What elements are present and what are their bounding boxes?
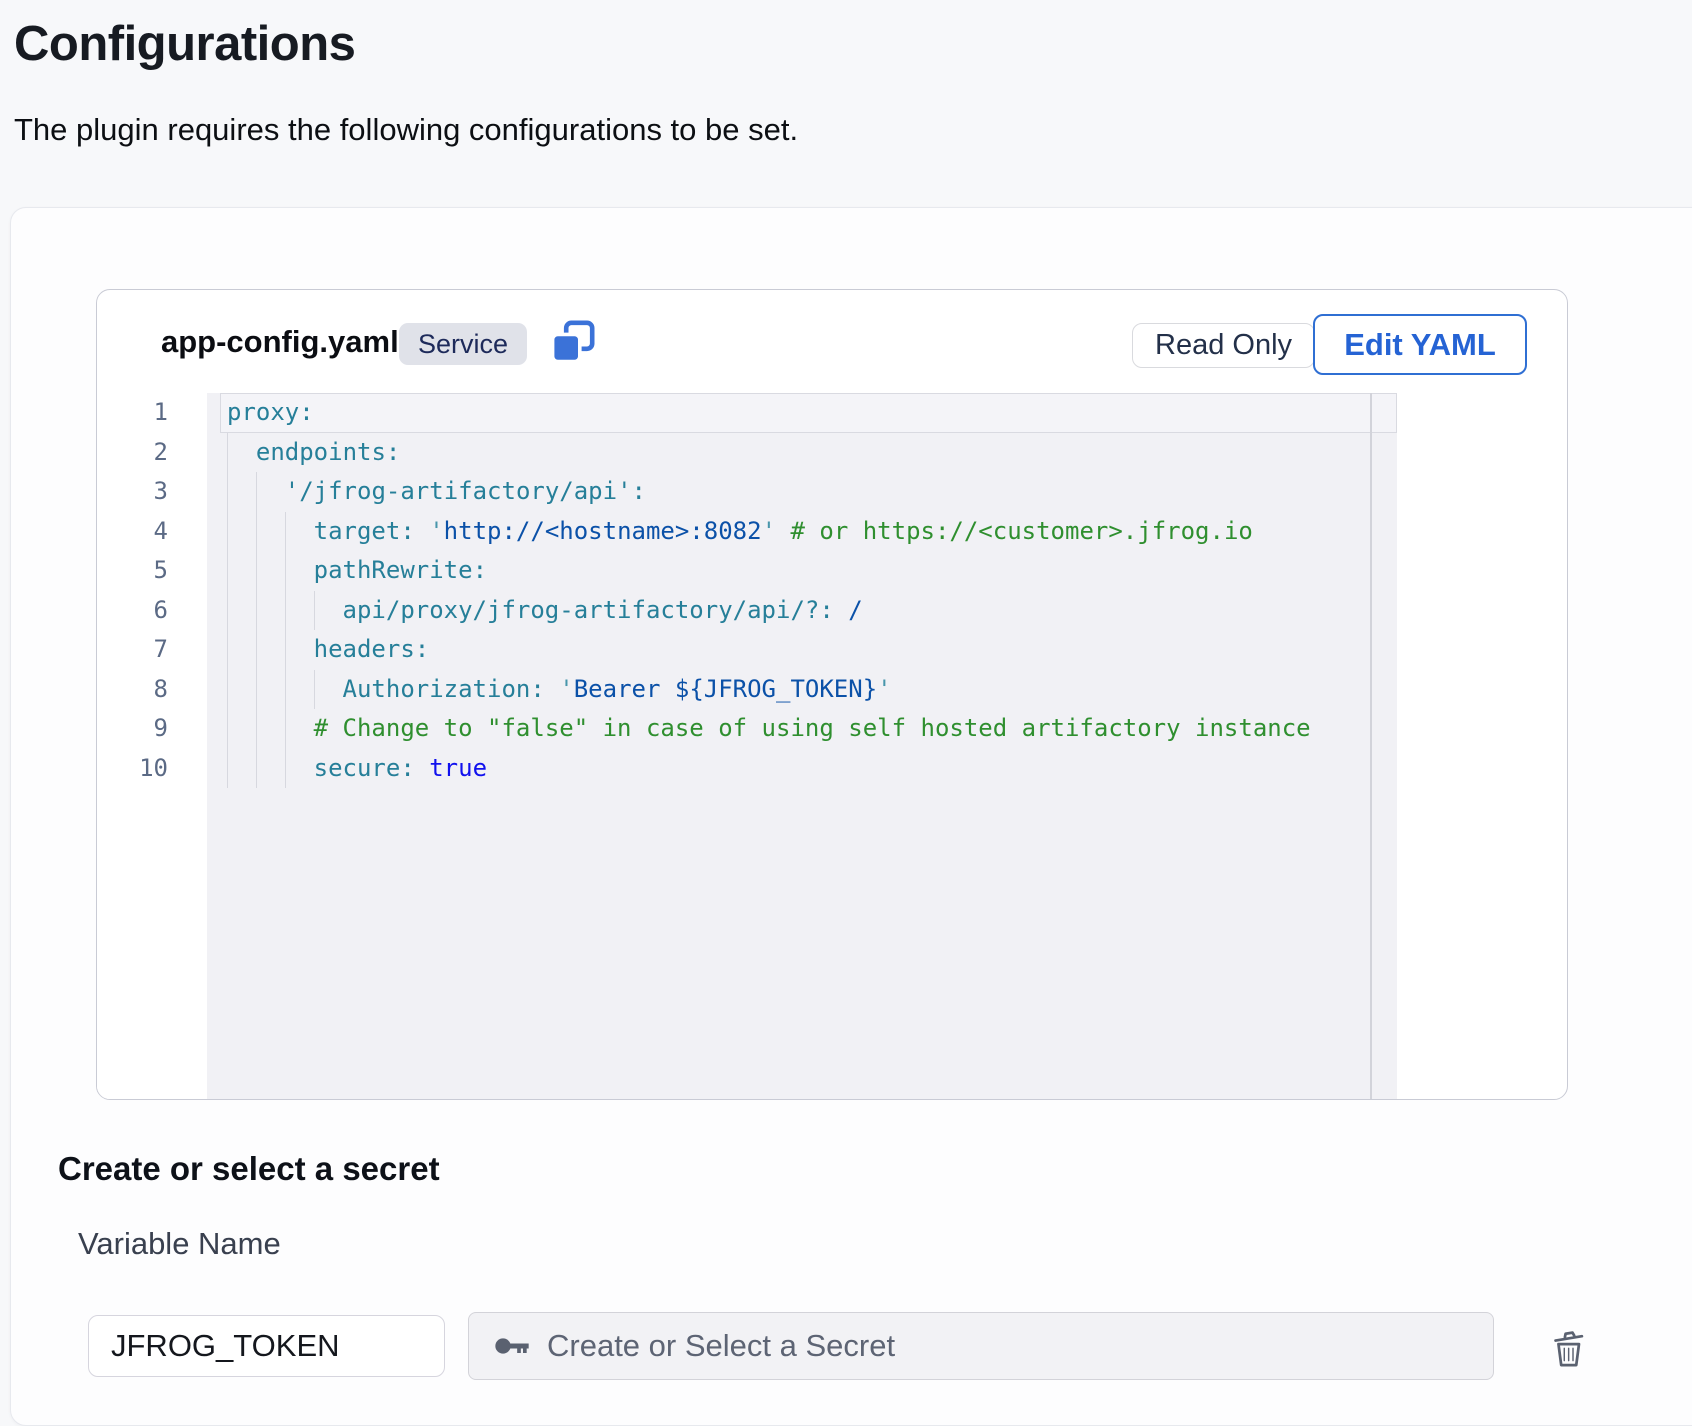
indent-guide — [285, 512, 286, 552]
indent-guide — [256, 512, 257, 552]
indent-guide — [285, 551, 286, 591]
line-number: 1 — [97, 393, 207, 433]
indent-guide — [256, 630, 257, 670]
indent-guide — [256, 591, 257, 631]
code-line: 1proxy: — [97, 393, 1567, 433]
page-title: Configurations — [14, 16, 355, 72]
read-only-badge: Read Only — [1132, 323, 1315, 368]
indent-guide — [256, 749, 257, 789]
secret-placeholder-text: Create or Select a Secret — [547, 1328, 895, 1364]
line-number: 9 — [97, 709, 207, 749]
variable-name-input[interactable] — [88, 1315, 445, 1377]
code-line: 3'/jfrog-artifactory/api': — [97, 472, 1567, 512]
code-line: 8Authorization: 'Bearer ${JFROG_TOKEN}' — [97, 670, 1567, 710]
edit-yaml-button[interactable]: Edit YAML — [1313, 314, 1527, 375]
code-line: 4target: 'http://<hostname>:8082' # or h… — [97, 512, 1567, 552]
copy-button[interactable] — [547, 317, 599, 369]
code-line: 5pathRewrite: — [97, 551, 1567, 591]
line-number: 5 — [97, 551, 207, 591]
indent-guide — [285, 709, 286, 749]
code-line: 6api/proxy/jfrog-artifactory/api/?: / — [97, 591, 1567, 631]
indent-guide — [227, 551, 228, 591]
line-number: 7 — [97, 630, 207, 670]
copy-icon — [549, 354, 597, 369]
secret-section-heading: Create or select a secret — [58, 1150, 440, 1188]
line-number: 10 — [97, 749, 207, 789]
indent-guide — [227, 630, 228, 670]
line-number: 8 — [97, 670, 207, 710]
secret-select-input[interactable]: Create or Select a Secret — [468, 1312, 1494, 1380]
delete-secret-button[interactable] — [1538, 1318, 1598, 1378]
indent-guide — [256, 709, 257, 749]
editor-card: app-config.yaml Service Read Only Edit Y… — [96, 289, 1568, 1100]
indent-guide — [285, 749, 286, 789]
indent-guide — [227, 433, 228, 473]
indent-guide — [256, 670, 257, 710]
indent-guide — [227, 512, 228, 552]
code-line: 10secure: true — [97, 749, 1567, 789]
trash-icon — [1548, 1327, 1588, 1369]
page-description: The plugin requires the following config… — [14, 112, 798, 148]
indent-guide — [256, 472, 257, 512]
indent-guide — [227, 709, 228, 749]
indent-guide — [285, 670, 286, 710]
indent-guide — [227, 472, 228, 512]
file-name: app-config.yaml — [161, 320, 399, 364]
code-editor[interactable]: 1proxy:2endpoints:3'/jfrog-artifactory/a… — [97, 393, 1567, 1099]
indent-guide — [285, 591, 286, 631]
line-number: 6 — [97, 591, 207, 631]
line-number: 3 — [97, 472, 207, 512]
indent-guide — [227, 670, 228, 710]
code-line: 9# Change to "false" in case of using se… — [97, 709, 1567, 749]
line-number: 4 — [97, 512, 207, 552]
indent-guide — [227, 591, 228, 631]
key-icon — [491, 1326, 531, 1366]
code-lines: 1proxy:2endpoints:3'/jfrog-artifactory/a… — [97, 393, 1567, 788]
service-badge: Service — [399, 323, 527, 365]
variable-name-label: Variable Name — [78, 1226, 281, 1262]
code-line: 7headers: — [97, 630, 1567, 670]
code-line: 2endpoints: — [97, 433, 1567, 473]
indent-guide — [314, 591, 315, 631]
line-number: 2 — [97, 433, 207, 473]
indent-guide — [285, 630, 286, 670]
indent-guide — [227, 749, 228, 789]
indent-guide — [256, 551, 257, 591]
editor-overview-ruler — [1370, 393, 1372, 1099]
indent-guide — [314, 670, 315, 710]
current-line-highlight — [220, 393, 1397, 433]
